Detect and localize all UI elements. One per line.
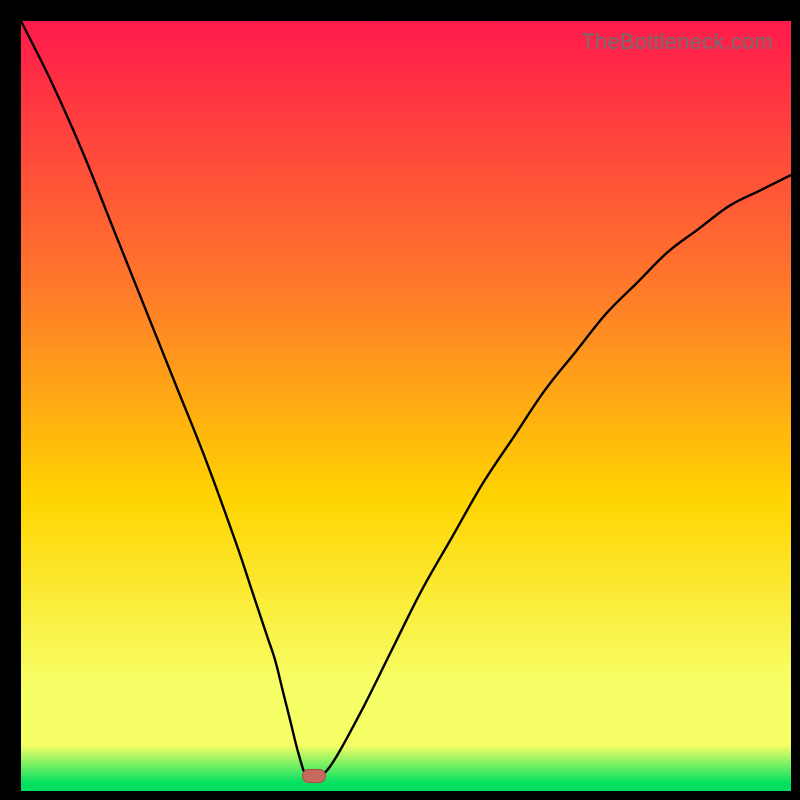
optimum-marker (302, 769, 326, 783)
curve-path (21, 21, 791, 778)
chart-frame: TheBottleneck.com (6, 6, 794, 794)
bottleneck-curve (21, 21, 791, 791)
bottleneck-plot: TheBottleneck.com (21, 21, 791, 791)
